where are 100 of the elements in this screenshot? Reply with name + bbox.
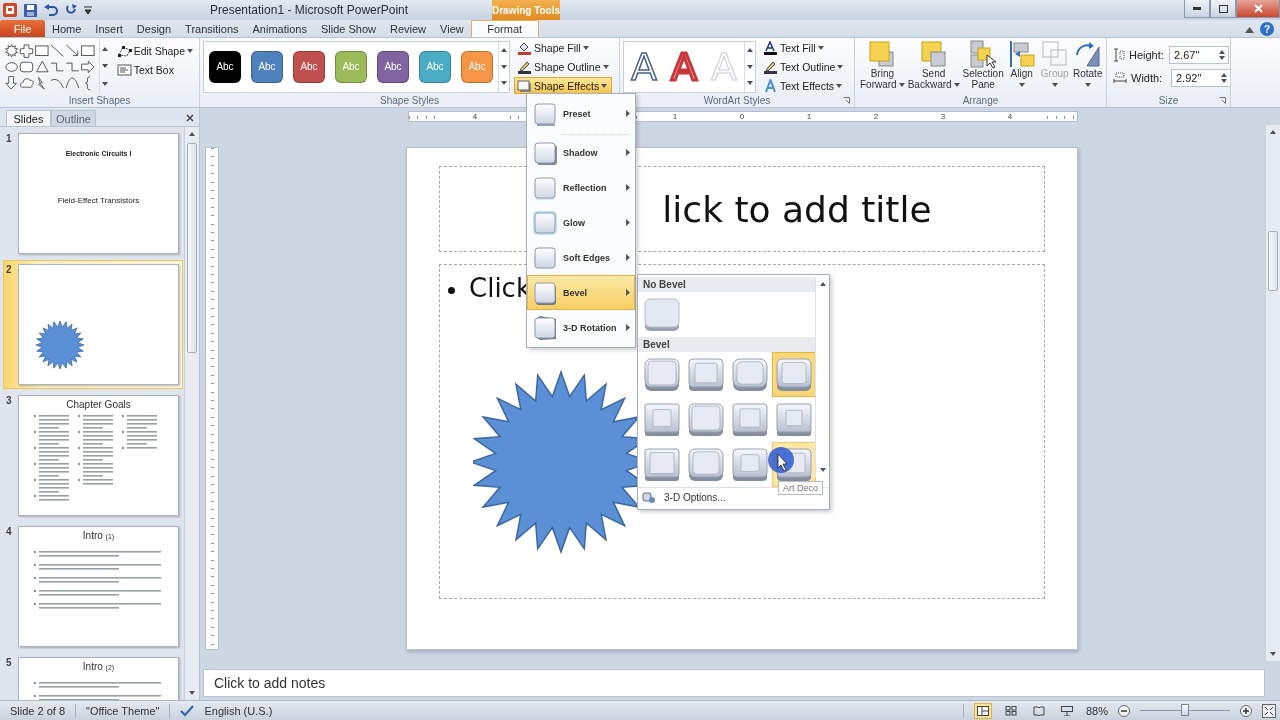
scroll-thumb[interactable]	[187, 143, 197, 353]
submenu-arrow-icon	[626, 289, 630, 296]
bevel-option[interactable]	[772, 352, 816, 397]
effect-preview-icon	[532, 100, 558, 127]
command-button[interactable]: Edit Shape	[113, 42, 196, 59]
undo-icon[interactable]	[44, 4, 58, 16]
wordart-preset[interactable]: A	[664, 44, 704, 89]
view-button[interactable]	[973, 702, 992, 719]
customize-icon[interactable]	[84, 6, 92, 14]
pen-icon	[763, 59, 778, 74]
arrange-button[interactable]: Send Backward	[906, 39, 961, 91]
scrollbar[interactable]	[815, 277, 829, 477]
ribbon-tab[interactable]: Format	[470, 20, 539, 37]
ribbon-tab[interactable]: Transitions	[178, 20, 246, 37]
submenu-arrow-icon	[626, 149, 630, 156]
style-preset[interactable]: Abc	[293, 50, 325, 83]
bevel-preview-icon	[644, 297, 680, 332]
wordart-preset[interactable]: A	[624, 44, 664, 89]
spell-check-icon[interactable]	[180, 704, 195, 717]
scrollbar[interactable]	[1265, 125, 1280, 661]
style-preset[interactable]: Abc	[377, 50, 409, 83]
arrange-button[interactable]: Align	[1005, 39, 1038, 91]
slider-thumb[interactable]	[1181, 704, 1189, 716]
language-button[interactable]: English (U.S.)	[204, 704, 273, 717]
menu-item[interactable]: Preset	[527, 96, 635, 131]
caret-up-icon	[747, 47, 753, 52]
caret-up-icon	[1221, 73, 1227, 77]
style-preset[interactable]: Abc	[251, 50, 283, 83]
menu-item[interactable]: 3-D Rotation	[527, 310, 635, 345]
ribbon-tab[interactable]: Home	[45, 20, 89, 37]
arrange-button[interactable]: Rotate	[1071, 39, 1104, 91]
notes-field[interactable]: Click to add notes	[203, 669, 1265, 697]
effect-preview-icon	[532, 314, 558, 341]
maximize-icon	[1218, 4, 1228, 13]
menu-item[interactable]: Bevel	[527, 275, 635, 310]
command-button[interactable]: Text Fill	[760, 39, 847, 56]
submenu-arrow-icon	[626, 219, 630, 226]
section-header: No Bevel	[638, 277, 815, 292]
ribbon-tab[interactable]: View	[433, 20, 471, 37]
caret-down-icon	[819, 468, 826, 472]
size-field[interactable]: 2.67"	[1169, 46, 1229, 64]
command-button[interactable]: Shape Outline	[514, 58, 612, 75]
arrange-button[interactable]: Selection Pane	[961, 39, 1005, 91]
minimize-button[interactable]	[1184, 0, 1210, 18]
minimize-icon	[1193, 7, 1201, 10]
dialog-launcher-icon[interactable]	[1219, 97, 1226, 104]
menu-item[interactable]: Glow	[527, 205, 635, 240]
size-field[interactable]: 2.92"	[1171, 69, 1230, 87]
caret-down-icon	[501, 81, 507, 86]
slide-thumbnail[interactable]: Chapter Goals	[18, 395, 179, 516]
close-button[interactable]	[1236, 0, 1280, 18]
caret-down-icon	[101, 64, 108, 69]
command-button[interactable]: Shape Effects	[514, 77, 612, 94]
ribbon-tab[interactable]: Slide Show	[313, 20, 383, 37]
submenu-arrow-icon	[626, 110, 630, 117]
paint-bucket-icon	[517, 40, 532, 55]
window-title: Presentation1 - Microsoft PowerPoint	[209, 2, 410, 19]
bevel-preview-icon	[644, 402, 680, 437]
dialog-launcher-icon[interactable]	[843, 97, 850, 104]
group-label: Insert Shapes	[68, 94, 131, 106]
command-button[interactable]: Shape Fill	[514, 39, 612, 56]
panel-tab[interactable]: Outline	[51, 110, 96, 126]
scroll-thumb[interactable]	[1268, 231, 1278, 291]
starburst-shape	[35, 320, 85, 370]
command-button[interactable]: Text Effects	[760, 77, 847, 94]
submenu-arrow-icon	[626, 324, 630, 331]
zoom-in-icon[interactable]	[1240, 704, 1252, 717]
shape-styles-gallery[interactable]: Abc Abc Abc Abc Abc Abc Abc	[203, 40, 510, 93]
minimize-ribbon-icon[interactable]	[1245, 27, 1254, 33]
bevel-preview-icon	[732, 357, 768, 392]
arrange-button[interactable]: Bring Forward	[859, 39, 906, 91]
redo-icon[interactable]	[65, 4, 77, 16]
slide-number: 1	[6, 133, 13, 144]
menu-item[interactable]: Reflection	[527, 170, 635, 205]
close-icon[interactable]	[186, 114, 194, 122]
scrollbar[interactable]	[184, 127, 199, 700]
file-tab[interactable]: File	[0, 20, 45, 37]
ribbon-tab[interactable]: Review	[382, 20, 434, 37]
effect-preview-icon	[532, 139, 558, 166]
panel-tab[interactable]: Slides	[6, 110, 51, 126]
command-button[interactable]: Text Outline	[760, 58, 847, 75]
command-button[interactable]: Text Box	[113, 61, 196, 78]
caret-up-icon	[819, 282, 826, 286]
caret-down-icon	[101, 81, 108, 86]
help-button[interactable]: ?	[1260, 22, 1274, 36]
ribbon-tab[interactable]: Animations	[245, 20, 314, 37]
ribbon-tab[interactable]: Design	[129, 20, 179, 37]
slide-thumbnail[interactable]	[18, 264, 179, 385]
fit-to-window-icon[interactable]	[1262, 703, 1276, 718]
send-backward-icon	[918, 38, 949, 69]
style-preset[interactable]: Abc	[209, 50, 241, 83]
ribbon-tab[interactable]: Insert	[88, 20, 130, 37]
zoom-level[interactable]: 88%	[1085, 704, 1108, 717]
slide-title: Chapter Goals	[66, 399, 131, 410]
app-icon	[3, 3, 17, 17]
submenu-arrow-icon	[626, 254, 630, 261]
bevel-preview-icon	[732, 447, 768, 482]
save-icon[interactable]	[24, 3, 37, 17]
maximize-button[interactable]	[1210, 0, 1236, 18]
zoom-out-icon[interactable]	[1118, 704, 1130, 717]
